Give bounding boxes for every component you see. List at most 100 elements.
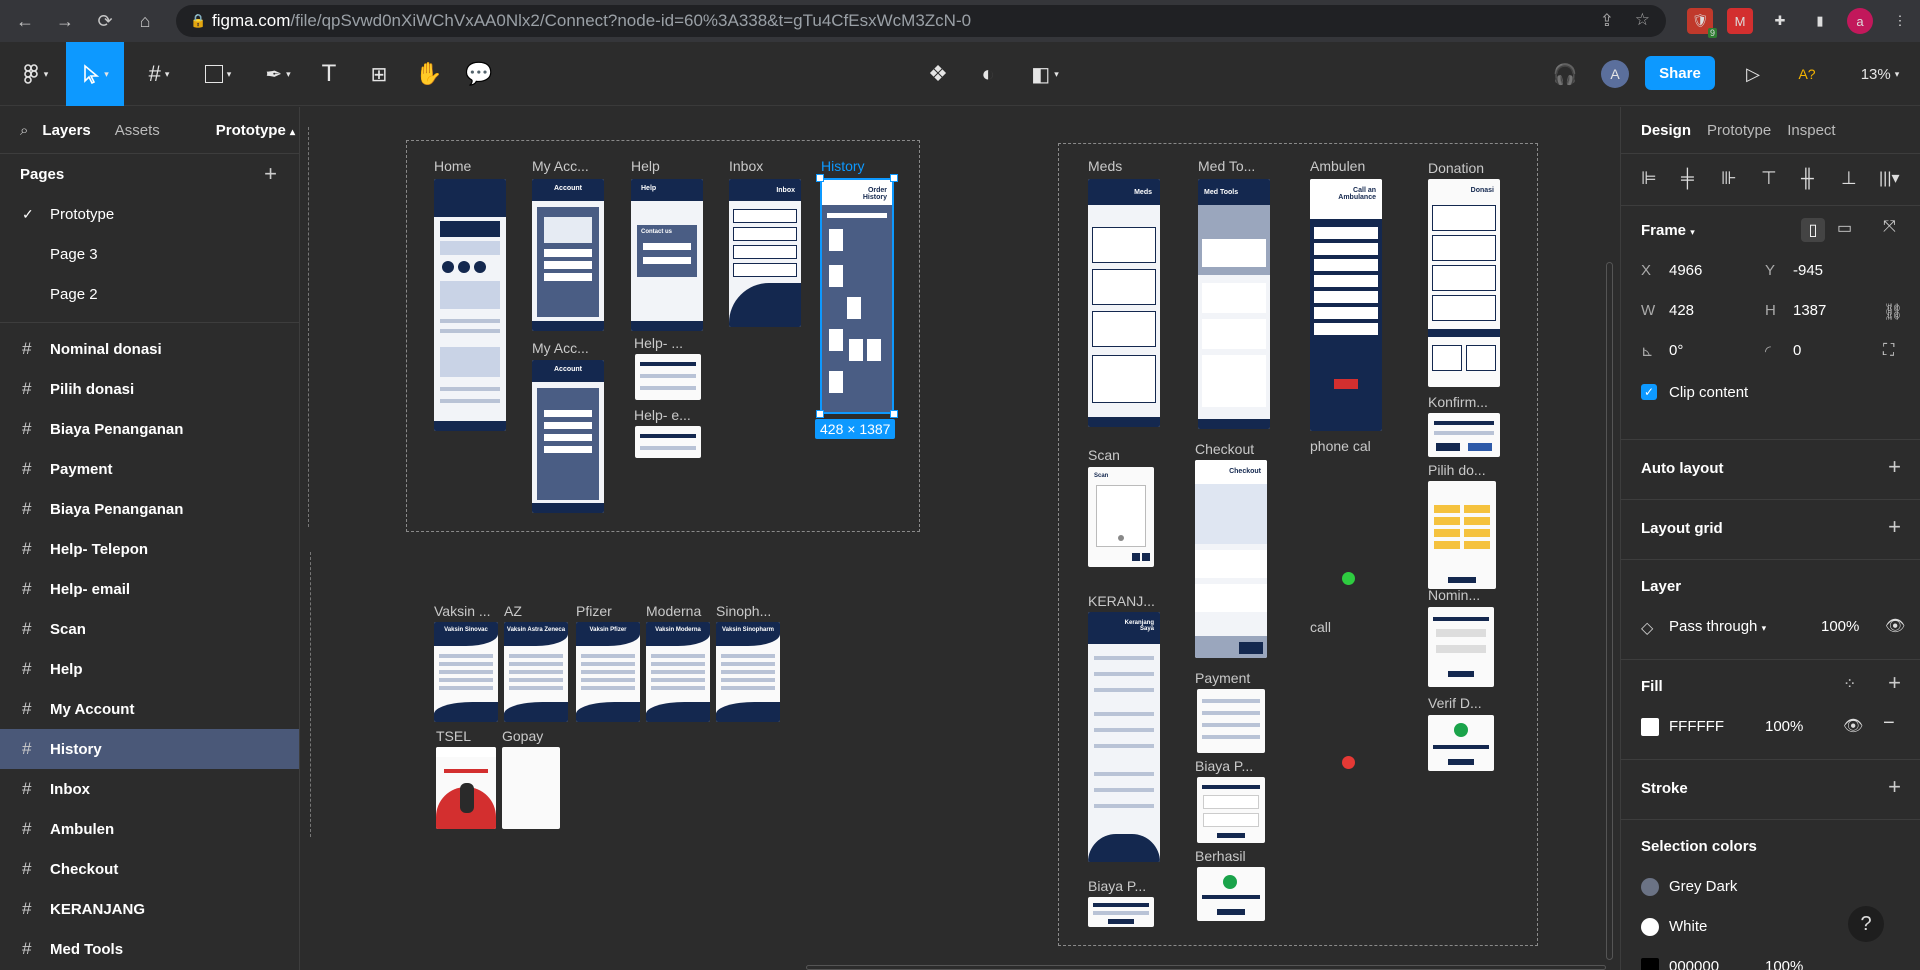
width-input[interactable]: 428 <box>1669 302 1694 319</box>
tab-prototype[interactable]: Prototype <box>1707 122 1771 139</box>
frame-label-konfirmasi[interactable]: Konfirm... <box>1428 394 1488 410</box>
layer-item[interactable]: # Help- email <box>0 569 299 609</box>
bookmark-star-icon[interactable]: ☆ <box>1635 10 1650 30</box>
ai-label[interactable]: A? <box>1790 42 1824 106</box>
frame-label-help-email[interactable]: Help- e... <box>634 407 691 423</box>
layer-item[interactable]: # Help <box>0 649 299 689</box>
reload-icon[interactable]: ⟳ <box>90 6 120 36</box>
align-left-icon[interactable]: ⊫ <box>1641 168 1657 189</box>
frame-my-account-2[interactable]: Account <box>532 360 604 513</box>
frame-label-home[interactable]: Home <box>434 158 471 174</box>
frame-label-biaya-penanganan-2[interactable]: Biaya P... <box>1088 878 1146 894</box>
extension-m-icon[interactable]: M <box>1727 8 1753 34</box>
frame-type-dropdown[interactable]: Frame ▾ <box>1641 222 1695 239</box>
frame-label-vaksin[interactable]: Vaksin ... <box>434 603 491 619</box>
add-auto-layout-icon[interactable]: + <box>1888 454 1901 480</box>
collaborator-avatar[interactable]: A <box>1598 42 1632 106</box>
frame-label-sinopharm[interactable]: Sinoph... <box>716 603 771 619</box>
layer-item[interactable]: # Biaya Penanganan <box>0 489 299 529</box>
align-center-h-icon[interactable]: ╪ <box>1681 168 1694 189</box>
frame-tool[interactable]: # ▾ <box>136 42 182 106</box>
color-swatch-white[interactable] <box>1641 918 1659 936</box>
frame-label-payment[interactable]: Payment <box>1195 670 1250 686</box>
profile-avatar[interactable]: a <box>1847 8 1873 34</box>
horizontal-scrollbar[interactable] <box>806 965 1606 970</box>
address-bar[interactable]: 🔒 figma.com/file/qpSvwd0nXiWChVxAA0Nlx2/… <box>176 5 1666 37</box>
resize-to-fit-icon[interactable]: ⤧ <box>1883 218 1896 236</box>
radius-input[interactable]: 0 <box>1793 342 1801 359</box>
fill-hex-input[interactable]: FFFFFF <box>1669 718 1724 735</box>
frame-vaksin[interactable]: Vaksin Sinovac <box>434 622 498 722</box>
pen-tool[interactable]: ✒ ▾ <box>255 42 301 106</box>
frame-label-az[interactable]: AZ <box>504 603 522 619</box>
distribute-icon[interactable]: |||▾ <box>1879 168 1900 188</box>
frame-label-tsel[interactable]: TSEL <box>436 728 471 744</box>
frame-label-donation[interactable]: Donation <box>1428 160 1484 176</box>
layer-item[interactable]: # Med Tools <box>0 929 299 969</box>
frame-scan[interactable]: Scan <box>1088 467 1154 567</box>
resize-handle[interactable] <box>816 410 824 418</box>
page-item-page-3[interactable]: Page 3 <box>0 234 299 274</box>
align-bottom-icon[interactable]: ⊥ <box>1841 168 1857 189</box>
frame-help-telepon[interactable] <box>635 354 701 400</box>
extensions-puzzle-icon[interactable]: ✚ <box>1767 8 1793 34</box>
landscape-icon[interactable]: ▭ <box>1837 218 1852 238</box>
resize-handle[interactable] <box>890 410 898 418</box>
frame-vaksin[interactable]: Vaksin Pfizer <box>576 622 640 722</box>
x-input[interactable]: 4966 <box>1669 262 1702 279</box>
end-call-icon[interactable] <box>1342 756 1355 769</box>
vertical-scrollbar[interactable] <box>1606 262 1613 960</box>
zoom-control[interactable]: 13% ▾ <box>1850 42 1910 106</box>
add-fill-icon[interactable]: + <box>1888 670 1901 696</box>
frame-label-moderna[interactable]: Moderna <box>646 603 701 619</box>
frame-label-berhasil[interactable]: Berhasil <box>1195 848 1246 864</box>
height-input[interactable]: 1387 <box>1793 302 1826 319</box>
frame-verif-donasi[interactable] <box>1428 715 1494 771</box>
styles-grid-icon[interactable]: ⁘ <box>1843 674 1856 694</box>
frame-berhasil[interactable] <box>1197 867 1265 921</box>
back-icon[interactable]: ← <box>10 6 40 36</box>
sidepanel-icon[interactable]: ▮ <box>1807 8 1833 34</box>
frame-donation[interactable]: Donasi <box>1428 179 1500 387</box>
frame-label-meds[interactable]: Meds <box>1088 158 1122 174</box>
clip-content-checkbox[interactable]: ✓ <box>1641 384 1657 400</box>
frame-label-verif[interactable]: Verif D... <box>1428 695 1482 711</box>
frame-med-tools[interactable]: Med Tools <box>1198 179 1270 429</box>
frame-help-email[interactable] <box>635 426 701 458</box>
home-icon[interactable]: ⌂ <box>130 6 160 36</box>
y-input[interactable]: -945 <box>1793 262 1823 279</box>
fill-opacity-input[interactable]: 100% <box>1765 718 1803 735</box>
frame-label-ambulen[interactable]: Ambulen <box>1310 158 1365 174</box>
resize-handle[interactable] <box>816 174 824 182</box>
frame-label-my-account-2[interactable]: My Acc... <box>532 340 589 356</box>
color-swatch-black[interactable] <box>1641 958 1659 970</box>
frame-home[interactable] <box>434 179 506 431</box>
frame-label-history[interactable]: History <box>821 158 865 174</box>
frame-label-checkout[interactable]: Checkout <box>1195 441 1254 457</box>
frame-help[interactable]: Help Contact us <box>631 179 703 331</box>
fill-visibility-eye-icon[interactable]: 👁 <box>1843 716 1863 736</box>
frame-label-my-account[interactable]: My Acc... <box>532 158 589 174</box>
frame-biaya-penanganan[interactable] <box>1197 777 1265 843</box>
mask-icon[interactable]: ◐ <box>970 42 1006 106</box>
frame-inbox[interactable]: Inbox <box>729 179 801 327</box>
layer-item[interactable]: # Scan <box>0 609 299 649</box>
layer-item[interactable]: # KERANJANG <box>0 889 299 929</box>
tab-inspect[interactable]: Inspect <box>1787 122 1835 139</box>
extension-shield-icon[interactable]: 🛡 9 <box>1687 8 1717 38</box>
share-page-icon[interactable]: ⇪ <box>1600 11 1614 31</box>
layer-item[interactable]: # Biaya Penanganan <box>0 409 299 449</box>
align-right-icon[interactable]: ⊪ <box>1721 168 1737 189</box>
layer-item[interactable]: # Inbox <box>0 769 299 809</box>
boolean-icon[interactable]: ◧ ▾ <box>1020 42 1070 106</box>
layer-item[interactable]: # Pilih donasi <box>0 369 299 409</box>
help-button[interactable]: ? <box>1848 906 1884 942</box>
frame-my-account[interactable]: Account <box>532 179 604 331</box>
browser-menu-icon[interactable]: ⋮ <box>1887 8 1913 34</box>
frame-vaksin[interactable]: Vaksin Astra Zeneca <box>504 622 568 722</box>
frame-label-gopay[interactable]: Gopay <box>502 728 543 744</box>
visibility-eye-icon[interactable]: 👁 <box>1885 616 1905 636</box>
tab-assets[interactable]: Assets <box>115 122 160 139</box>
resize-handle[interactable] <box>890 174 898 182</box>
frame-label-help[interactable]: Help <box>631 158 660 174</box>
